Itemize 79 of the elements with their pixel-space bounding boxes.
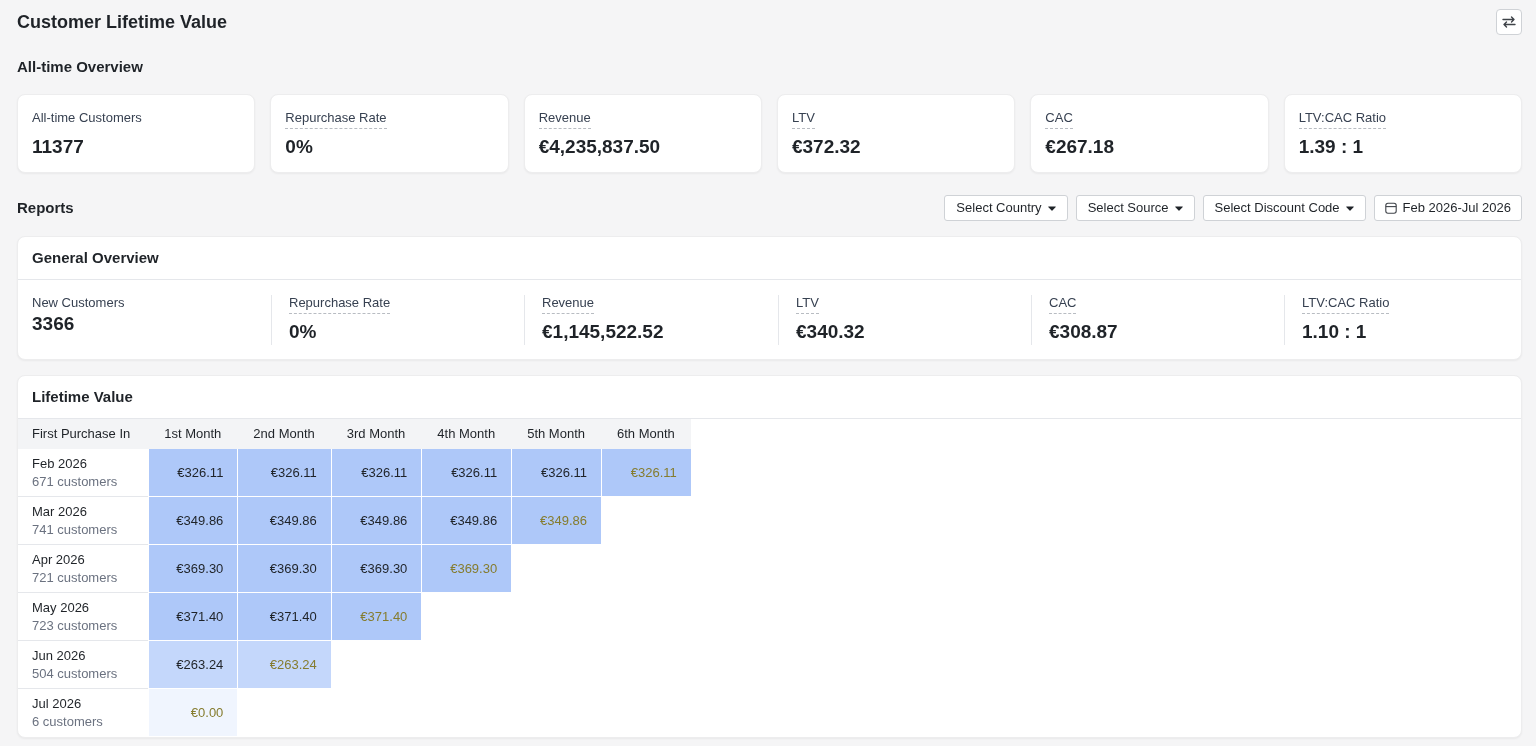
ltv-value-cell: €263.24 — [148, 641, 238, 689]
metric-label: LTV — [796, 295, 819, 314]
customer-count: 504 customers — [32, 664, 118, 683]
stat-value: 11377 — [32, 135, 84, 159]
metric-label: CAC — [1049, 295, 1077, 314]
stat-value: €267.18 — [1045, 135, 1114, 159]
stat-label: Revenue — [538, 110, 591, 129]
customer-count: 671 customers — [32, 472, 118, 491]
caret-icon — [1047, 205, 1056, 211]
ltv-value-cell: €326.11 — [511, 449, 601, 497]
cohort-month: Jun 2026 — [32, 646, 86, 665]
customer-count: 741 customers — [32, 520, 118, 539]
cohort-month: May 2026 — [32, 598, 90, 617]
ltv-value-cell: €369.30 — [421, 545, 512, 593]
stat-value: 0% — [285, 135, 313, 159]
column-header: 1st Month — [148, 419, 238, 449]
ltv-value-cell: €349.86 — [237, 497, 331, 545]
ltv-value-cell: €349.86 — [330, 497, 422, 545]
page-title: Customer Lifetime Value — [17, 11, 228, 33]
calendar-icon — [1384, 202, 1397, 214]
column-header: 3rd Month — [330, 419, 422, 449]
metric-label: New Customers — [32, 295, 125, 311]
ltv-value-cell: €369.30 — [237, 545, 331, 593]
column-header: 5th Month — [511, 419, 601, 449]
caret-icon — [1345, 205, 1354, 211]
stat-value: €4,235,837.50 — [538, 135, 661, 159]
filter-dropdown[interactable]: Select Source — [1075, 195, 1195, 221]
stat-label: CAC — [1045, 110, 1073, 129]
metric-value: 1.10 : 1 — [1302, 320, 1367, 344]
swap-button[interactable] — [1496, 9, 1522, 35]
caret-icon — [1174, 205, 1183, 211]
ltv-value-cell: €371.40 — [237, 593, 331, 641]
metric-value: 0% — [289, 320, 317, 344]
column-header: 2nd Month — [237, 419, 331, 449]
section-heading: Reports — [17, 199, 74, 217]
ltv-value-cell: €349.86 — [421, 497, 512, 545]
stat-label: All-time Customers — [32, 110, 142, 127]
ltv-value-cell: €326.11 — [330, 449, 422, 497]
cohort-month: Mar 2026 — [32, 502, 87, 521]
stat-value: 1.39 : 1 — [1298, 135, 1364, 159]
metric-label: LTV:CAC Ratio — [1302, 295, 1390, 314]
stat-value: €372.32 — [792, 135, 861, 159]
column-header: 4th Month — [421, 419, 512, 449]
panel-title: Lifetime Value — [32, 388, 133, 406]
customer-count: 721 customers — [32, 568, 118, 587]
customer-count: 6 customers — [32, 713, 103, 731]
metric-value: €308.87 — [1049, 320, 1118, 344]
ltv-value-cell: €371.40 — [148, 593, 238, 641]
cohort-month: Feb 2026 — [32, 454, 87, 473]
ltv-value-cell: €369.30 — [330, 545, 422, 593]
metric-value: 3366 — [32, 312, 75, 336]
stat-label: Repurchase Rate — [285, 110, 387, 129]
section-heading: All-time Overview — [17, 58, 143, 76]
ltv-value-cell: €326.11 — [237, 449, 331, 497]
metric-label: Repurchase Rate — [289, 295, 391, 314]
ltv-value-cell: €263.24 — [237, 641, 331, 689]
ltv-value-cell: €349.86 — [148, 497, 238, 545]
cohort-month: Apr 2026 — [32, 550, 85, 569]
column-header: First Purchase In — [18, 419, 149, 449]
cohort-month: Jul 2026 — [32, 695, 82, 713]
panel-title: General Overview — [32, 249, 159, 267]
metric-value: €1,145,522.52 — [542, 320, 664, 344]
ltv-value-cell: €369.30 — [148, 545, 238, 593]
ltv-value-cell: €326.11 — [148, 449, 238, 497]
ltv-value-cell: €326.11 — [601, 449, 691, 497]
ltv-value-cell: €371.40 — [330, 593, 422, 641]
ltv-value-cell: €0.00 — [148, 689, 238, 737]
column-header: 6th Month — [601, 419, 691, 449]
filter-dropdown[interactable]: Select Discount Code — [1202, 195, 1366, 221]
stat-label: LTV:CAC Ratio — [1298, 110, 1387, 129]
metric-label: Revenue — [542, 295, 595, 314]
ltv-value-cell: €326.11 — [421, 449, 512, 497]
swap-arrows-icon — [1502, 16, 1516, 28]
filter-dropdown[interactable]: Select Country — [944, 195, 1068, 221]
customer-count: 723 customers — [32, 616, 118, 635]
stat-label: LTV — [792, 110, 815, 129]
ltv-value-cell: €349.86 — [511, 497, 601, 545]
date-range-button[interactable]: Feb 2026-Jul 2026 — [1373, 195, 1522, 221]
metric-value: €340.32 — [796, 320, 865, 344]
